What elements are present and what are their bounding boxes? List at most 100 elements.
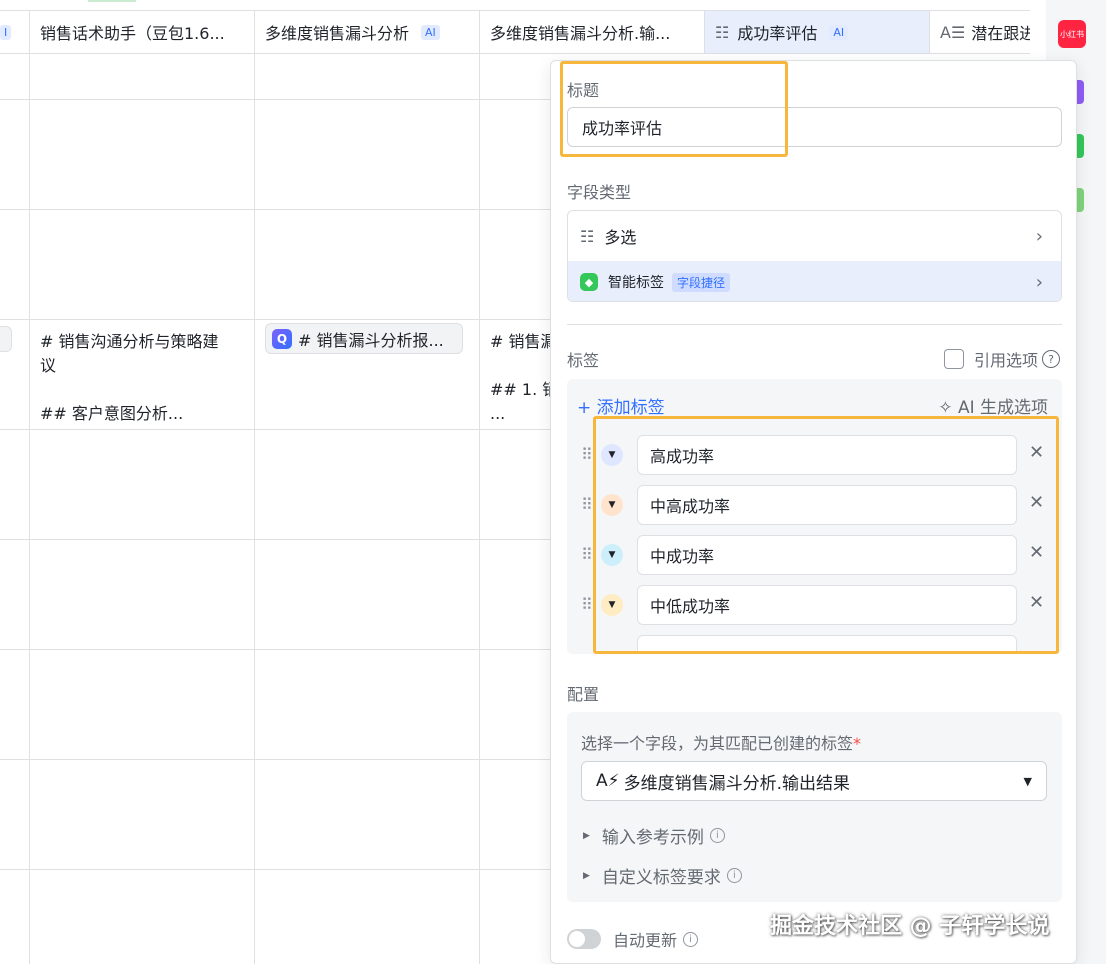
tag-color-picker[interactable]: ▼	[601, 444, 623, 466]
field-type-label: 字段类型	[567, 183, 632, 202]
tags-label: 标签	[567, 351, 600, 370]
expand-triangle-icon: ▶	[583, 830, 590, 841]
column-header-funnel-output[interactable]: 多维度销售漏斗分析.输...	[480, 10, 705, 54]
auto-update-label: 自动更新	[613, 931, 678, 950]
ai-generate-options-button[interactable]: ✧ AI 生成选项	[938, 393, 1048, 418]
column-divider	[254, 54, 255, 964]
chevron-right-icon: ›	[1035, 271, 1043, 293]
expand-triangle-icon: ▶	[583, 870, 590, 881]
field-type-value: 多选	[604, 228, 637, 247]
auto-update-row: 自动更新 i	[567, 927, 699, 951]
tag-name: 高成功率	[650, 447, 715, 466]
ai-badge: AI	[829, 24, 849, 40]
config-prompt-text: 选择一个字段，为其匹配已创建的标签	[581, 734, 854, 753]
rail-badge-text: 小红书	[1060, 29, 1084, 39]
column-header-followup[interactable]: A☰ 潜在跟进	[930, 10, 1030, 54]
column-header-label: 多维度销售漏斗分析.输...	[490, 24, 671, 43]
custom-requirements-label: 自定义标签要求	[601, 868, 721, 888]
smart-tag-shortcut[interactable]: ◆ 智能标签 字段捷径 ›	[568, 261, 1061, 301]
auto-update-toggle[interactable]	[567, 929, 601, 949]
info-icon[interactable]: i	[709, 828, 725, 843]
remove-tag-icon[interactable]: ✕	[1029, 442, 1044, 463]
drag-handle-icon[interactable]: ⠿	[581, 495, 593, 514]
table-cell-funnel-output[interactable]: # 销售漏 ## 1. 销 ...	[490, 330, 558, 426]
tag-name: 中高成功率	[650, 497, 731, 516]
ai-badge: I	[0, 24, 12, 40]
watermark: 掘金技术社区 @ 子轩学长说	[770, 914, 1050, 939]
cell-chip-partial[interactable]	[0, 326, 12, 352]
tags-editor: + 添加标签 ✧ AI 生成选项 ⠿ ▼ 高成功率 ✕ ⠿ ▼ 中高成功率 ✕ …	[567, 379, 1062, 654]
column-header-label: 成功率评估	[737, 24, 818, 43]
reference-option-toggle[interactable]: 引用选项 ?	[943, 347, 1060, 371]
field-type-option-multiselect[interactable]: ☷ 多选 ›	[568, 211, 1061, 261]
tag-item: ⠿ ▼ 中高成功率 ✕	[567, 485, 1062, 525]
tag-item: ⠿ ▼ 高成功率 ✕	[567, 435, 1062, 475]
config-prompt: 选择一个字段，为其匹配已创建的标签*	[581, 730, 861, 754]
chevron-right-icon: ›	[1035, 225, 1043, 247]
drag-handle-icon[interactable]: ⠿	[581, 545, 593, 564]
title-input[interactable]: 成功率评估	[567, 107, 1062, 147]
text-ai-icon: A☰	[940, 22, 966, 42]
ai-badge: AI	[421, 24, 440, 40]
column-header-funnel-analysis[interactable]: 多维度销售漏斗分析 AI	[255, 10, 480, 54]
tag-color-picker[interactable]: ▼	[601, 494, 623, 516]
tag-icon: ◆	[580, 273, 598, 291]
xiaohongshu-icon[interactable]: 小红书	[1058, 20, 1086, 48]
column-header-sales-script[interactable]: 销售话术助手（豆包1.6...	[30, 10, 255, 54]
column-header-success-rate[interactable]: ☷ 成功率评估 AI	[705, 10, 930, 54]
tag-color-picker[interactable]: ▼	[601, 594, 623, 616]
section-divider	[567, 324, 1062, 325]
tag-item-partial	[567, 635, 1062, 654]
multiselect-icon: ☷	[580, 226, 595, 246]
tag-name-input[interactable]	[637, 635, 1017, 654]
column-divider	[29, 54, 30, 964]
source-field-value: 多维度销售漏斗分析.输出结果	[623, 773, 850, 794]
tag-item: ⠿ ▼ 中成功率 ✕	[567, 535, 1062, 575]
drag-handle-icon[interactable]: ⠿	[581, 595, 593, 614]
column-header-0[interactable]: I	[0, 10, 30, 54]
tag-name: 中低成功率	[650, 597, 731, 616]
info-icon[interactable]: i	[683, 931, 699, 947]
remove-tag-icon[interactable]: ✕	[1029, 542, 1044, 563]
drag-handle-icon[interactable]: ⠿	[581, 445, 593, 464]
config-label: 配置	[567, 685, 600, 704]
reference-checkbox[interactable]	[943, 349, 964, 369]
tag-name-input[interactable]: 高成功率	[637, 435, 1017, 475]
column-header-label: 潜在跟进	[971, 24, 1030, 43]
ai-app-icon: Q	[272, 328, 292, 349]
field-settings-panel: 标题 成功率评估 字段类型 ☷ 多选 › ◆ 智能标签 字段捷径 › 标签 引用…	[550, 60, 1077, 964]
column-header-label: 销售话术助手（豆包1.6...	[40, 24, 225, 43]
column-divider	[479, 54, 480, 964]
config-section: 选择一个字段，为其匹配已创建的标签* A⚡ 多维度销售漏斗分析.输出结果 ▼ ▶…	[567, 712, 1062, 902]
info-icon[interactable]: i	[726, 868, 742, 883]
tag-name-input[interactable]: 中高成功率	[637, 485, 1017, 525]
custom-requirements-toggle[interactable]: ▶ 自定义标签要求 i	[583, 863, 742, 888]
add-tag-button[interactable]: + 添加标签	[577, 393, 665, 418]
tag-name-input[interactable]: 中低成功率	[637, 585, 1017, 625]
tag-name-input[interactable]: 中成功率	[637, 535, 1017, 575]
column-header-label: 多维度销售漏斗分析	[265, 24, 410, 43]
source-field-select[interactable]: A⚡ 多维度销售漏斗分析.输出结果 ▼	[581, 761, 1047, 801]
input-examples-label: 输入参考示例	[601, 828, 704, 848]
table-cell-sales-analysis[interactable]: # 销售沟通分析与策略建 议 ## 客户意图分析...	[40, 330, 219, 426]
text-ai-icon: A⚡	[596, 771, 620, 791]
field-type-selector: ☷ 多选 › ◆ 智能标签 字段捷径 ›	[567, 210, 1062, 302]
field-shortcut-badge: 字段捷径	[672, 272, 731, 292]
tag-item: ⠿ ▼ 中低成功率 ✕	[567, 585, 1062, 625]
required-marker: *	[853, 734, 862, 753]
title-input-value: 成功率评估	[582, 119, 663, 138]
tag-name: 中成功率	[650, 547, 715, 566]
tag-color-picker[interactable]: ▼	[601, 544, 623, 566]
header-accent	[88, 0, 136, 2]
title-label: 标题	[567, 81, 600, 100]
multiselect-icon: ☷	[715, 22, 730, 42]
remove-tag-icon[interactable]: ✕	[1029, 592, 1044, 613]
chip-label: # 销售漏斗分析报...	[298, 330, 444, 350]
reference-option-label: 引用选项	[973, 351, 1038, 370]
smart-tag-label: 智能标签	[608, 275, 664, 291]
caret-down-icon: ▼	[1023, 774, 1032, 788]
remove-tag-icon[interactable]: ✕	[1029, 492, 1044, 513]
input-examples-toggle[interactable]: ▶ 输入参考示例 i	[583, 823, 725, 848]
table-cell-funnel-chip[interactable]: Q # 销售漏斗分析报...	[265, 323, 463, 354]
help-icon[interactable]: ?	[1042, 350, 1060, 368]
